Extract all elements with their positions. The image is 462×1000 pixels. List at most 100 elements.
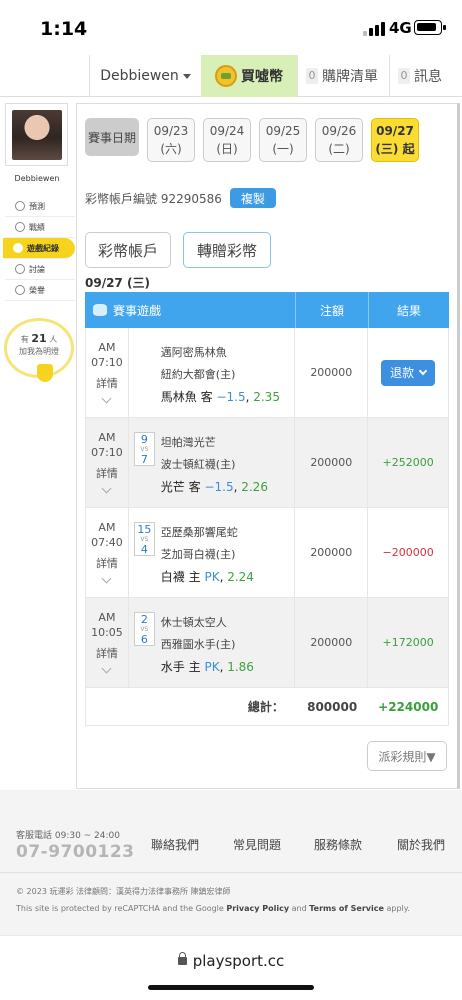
- date-selector-label: 賽事日期: [85, 118, 139, 156]
- odds: 2.24: [227, 570, 254, 584]
- medal-icon: [15, 285, 25, 295]
- clock-icon: [13, 243, 23, 253]
- trophy-icon: [15, 222, 25, 232]
- transfer-coins-button[interactable]: 轉贈彩幣: [183, 232, 271, 268]
- bet-pick: 馬林魚 客 −1.5, 2.35: [160, 390, 280, 404]
- chevron-down-icon: [418, 366, 428, 376]
- sidebar-item-predict[interactable]: 預測: [5, 196, 75, 217]
- score-cell: 15 VS 4: [129, 508, 155, 597]
- chevron-down-icon[interactable]: [101, 663, 112, 674]
- day-text: (六): [160, 142, 182, 156]
- line: −1.5: [204, 480, 234, 494]
- messages-link[interactable]: 0 訊息: [389, 55, 462, 97]
- score-home: 4: [140, 543, 148, 556]
- date-button-0927[interactable]: 09/27 (三) 起: [371, 118, 419, 162]
- chevron-down-icon[interactable]: [101, 573, 112, 584]
- score-cell: [129, 328, 155, 417]
- footer: 客服電話 09:30 ~ 24:00 07-9700123 聯絡我們 常見問題 …: [0, 790, 462, 935]
- sidebar-username: Debbiewen: [14, 174, 60, 183]
- messages-count-badge: 0: [398, 68, 410, 84]
- date-text: 09/24: [209, 124, 245, 138]
- terms-link[interactable]: Terms of Service: [309, 904, 384, 913]
- clock: 1:14: [40, 18, 88, 40]
- odds: 1.86: [227, 660, 254, 674]
- cart-label: 購牌清單: [322, 69, 378, 85]
- url-display[interactable]: playsport.cc: [0, 952, 462, 970]
- service-phone[interactable]: 07-9700123: [16, 842, 135, 862]
- header-game-label: 賽事遊戲: [113, 303, 162, 318]
- line: −1.5: [216, 390, 246, 404]
- table-row: AM 07:40 詳情 15 VS 4 亞歷桑那響尾蛇 芝加哥白襪(主) 白襪 主 …: [85, 508, 449, 598]
- date-text: 09/27: [376, 124, 414, 138]
- detail-link[interactable]: 詳情: [86, 556, 128, 571]
- service-hours: 客服電話 09:30 ~ 24:00: [16, 831, 120, 841]
- teams-cell: 邁阿密馬林魚 紐約大都會(主) 馬林魚 客 −1.5, 2.35: [155, 328, 296, 417]
- amount-cell: 200000: [295, 508, 369, 597]
- detail-link[interactable]: 詳情: [86, 646, 128, 661]
- user-menu[interactable]: Debbiewen: [89, 55, 201, 97]
- buy-coins-label: 買噓幣: [241, 69, 283, 85]
- score-cell: 2 VS 6: [129, 598, 155, 687]
- sidebar-item-discuss[interactable]: 討論: [5, 259, 75, 280]
- date-button-0926[interactable]: 09/26 (二): [315, 118, 363, 162]
- footer-link-terms[interactable]: 服務條款: [314, 836, 362, 853]
- ampm: AM: [98, 521, 116, 534]
- detail-link[interactable]: 詳情: [86, 466, 128, 481]
- score-away: 15: [137, 523, 152, 536]
- sidebar-item-record[interactable]: 戰績: [5, 217, 75, 238]
- detail-link[interactable]: 詳情: [86, 376, 128, 391]
- result-cell: −200000: [382, 546, 434, 559]
- account-label-text: 彩幣帳戶編號: [85, 191, 158, 206]
- profile-card[interactable]: [5, 103, 68, 166]
- home-team: 波士頓紅襪(主): [160, 458, 236, 471]
- target-icon: [15, 201, 25, 211]
- sidebar-item-label: 榮譽: [29, 285, 45, 295]
- sidebar-item-game-history[interactable]: 遊戲紀錄: [3, 238, 75, 259]
- footer-link-contact[interactable]: 聯絡我們: [151, 836, 199, 853]
- chat-icon: [15, 264, 25, 274]
- header-result: 結果: [396, 303, 421, 318]
- result-cell: +252000: [382, 456, 434, 469]
- away-team: 坦帕灣光芒: [160, 436, 216, 449]
- chevron-down-icon[interactable]: [101, 393, 112, 404]
- time: 10:05: [91, 626, 123, 639]
- score-home: 7: [140, 453, 148, 466]
- sidebar-item-label: 遊戲紀錄: [27, 243, 59, 253]
- bulb-unit: 人: [49, 335, 58, 344]
- amount-cell: 200000: [295, 328, 369, 417]
- home-team: 芝加哥白襪(主): [160, 548, 236, 561]
- ampm: AM: [98, 611, 116, 624]
- date-text: 09/25: [265, 124, 301, 138]
- pick-text: 水手 主: [160, 660, 201, 674]
- chevron-down-icon[interactable]: [101, 483, 112, 494]
- browser-url-bar[interactable]: playsport.cc: [0, 935, 462, 1000]
- odds: 2.35: [253, 390, 280, 404]
- table-row: AM 07:10 詳情 9 VS 7 坦帕灣光芒 波士頓紅襪(主) 光芒 客 −1.…: [85, 418, 449, 508]
- buy-coins-button[interactable]: 買噓幣: [201, 55, 297, 97]
- result-cell: 退款: [368, 328, 448, 417]
- payout-rules-button[interactable]: 派彩規則▼: [367, 741, 447, 771]
- odds: 2.26: [241, 480, 268, 494]
- time: 07:10: [91, 356, 123, 369]
- home-indicator[interactable]: [148, 985, 314, 990]
- sidebar-item-honor[interactable]: 榮譽: [5, 280, 75, 301]
- away-team: 邁阿密馬林魚: [160, 346, 227, 359]
- status-bar: 1:14 4G: [0, 0, 462, 55]
- total-row: 總計： 800000 +224000: [85, 688, 449, 726]
- away-team: 休士頓太空人: [160, 616, 227, 629]
- teams-cell: 休士頓太空人 西雅圖水手(主) 水手 主 PK, 1.86: [155, 598, 296, 687]
- teams-cell: 坦帕灣光芒 波士頓紅襪(主) 光芒 客 −1.5, 2.26: [155, 418, 296, 507]
- coin-account-button[interactable]: 彩幣帳戶: [85, 232, 171, 268]
- line: PK: [204, 660, 220, 674]
- date-button-0925[interactable]: 09/25 (一): [259, 118, 307, 162]
- privacy-link[interactable]: Privacy Policy: [226, 904, 289, 913]
- pick-text: 光芒 客: [160, 480, 201, 494]
- cart-link[interactable]: 0 購牌清單: [297, 55, 389, 97]
- copyright: © 2023 玩運彩 法律顧問：漢英得力法律事務所 陳鎮宏律師: [16, 887, 231, 896]
- footer-link-faq[interactable]: 常見問題: [233, 836, 281, 853]
- date-button-0923[interactable]: 09/23 (六): [147, 118, 195, 162]
- date-button-0924[interactable]: 09/24 (日): [203, 118, 251, 162]
- footer-link-about[interactable]: 關於我們: [397, 836, 445, 853]
- copy-button[interactable]: 複製: [229, 188, 276, 208]
- refund-button[interactable]: 退款: [381, 359, 436, 386]
